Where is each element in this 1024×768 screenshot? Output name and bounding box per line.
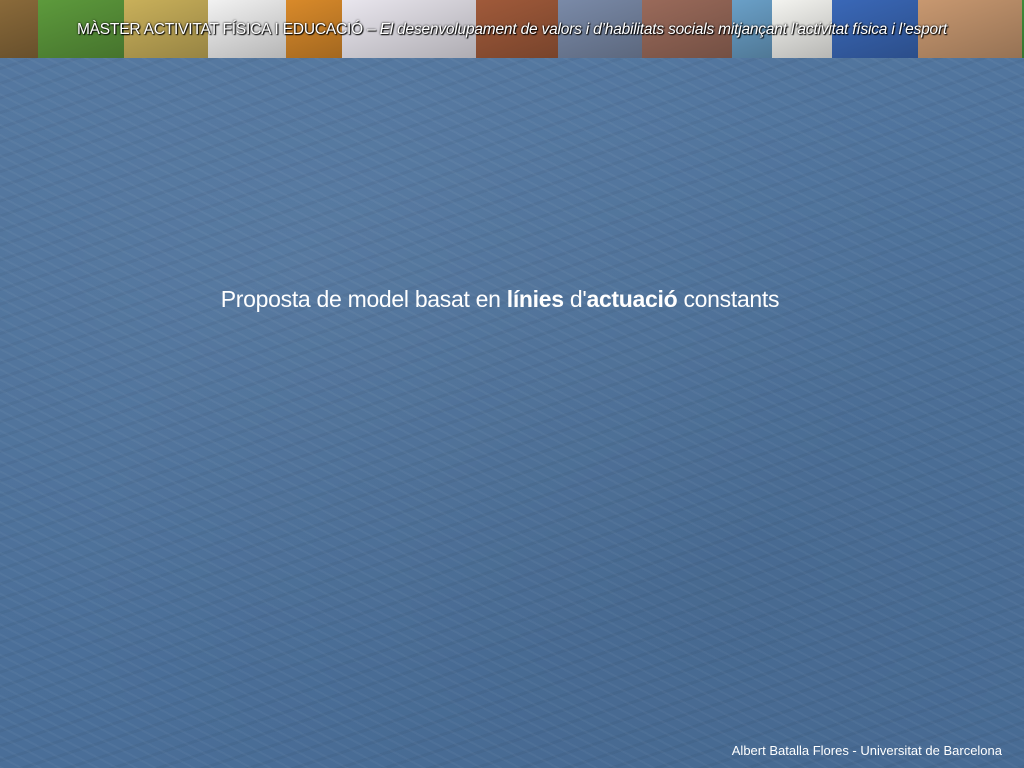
heading-text-part3: constants xyxy=(677,286,780,312)
heading-text-part2: d' xyxy=(563,286,587,312)
banner-title-separator: – xyxy=(362,21,380,38)
heading-text-part1: Proposta de model basat en xyxy=(220,286,507,312)
background-texture xyxy=(0,58,1024,768)
heading-bold-lines: línies xyxy=(506,286,564,312)
banner-title: MÀSTER ACTIVITAT FÍSICA I EDUCACIÓ – El … xyxy=(0,21,1024,39)
heading-bold-action: actuació xyxy=(586,286,678,312)
banner-title-subtitle: El desenvolupament de valors i d’habilit… xyxy=(379,21,948,38)
banner-title-main: MÀSTER ACTIVITAT FÍSICA I EDUCACIÓ xyxy=(76,21,363,38)
footer-author: Albert Batalla Flores - Universitat de B… xyxy=(731,743,1002,758)
slide: MÀSTER ACTIVITAT FÍSICA I EDUCACIÓ – El … xyxy=(0,0,1024,768)
slide-heading: Proposta de model basat en línies d'actu… xyxy=(0,286,1000,313)
